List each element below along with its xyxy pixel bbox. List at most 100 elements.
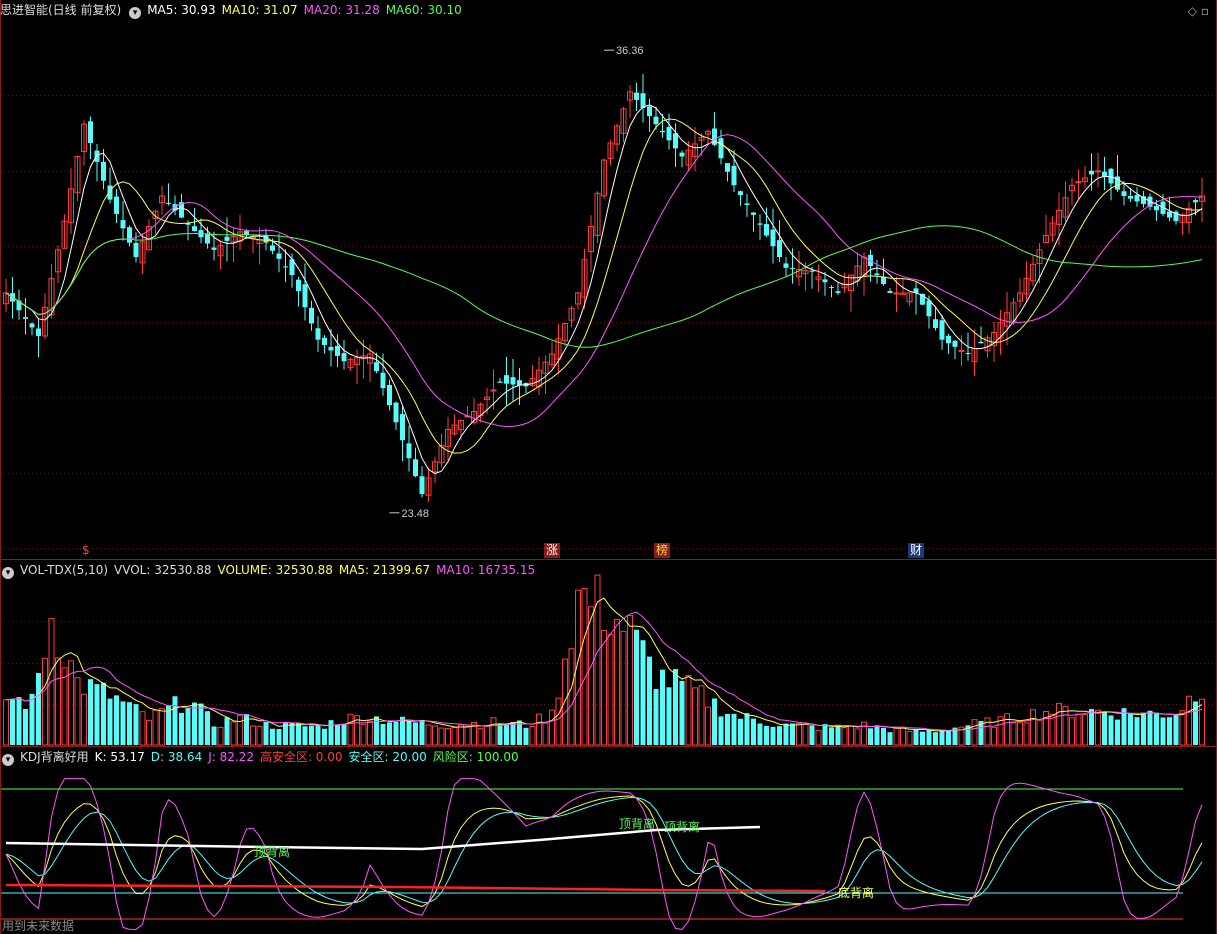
volume-bar (341, 723, 347, 745)
volume-bar (601, 629, 607, 746)
candle-body (952, 340, 958, 347)
volume-bar (205, 711, 210, 745)
volume-bar (1115, 719, 1120, 745)
candle-body (835, 291, 841, 293)
volume-bar (419, 720, 425, 745)
candle-body (1128, 196, 1133, 199)
safe-zone-value: 安全区: 20.00 (348, 750, 427, 764)
window-icon[interactable]: ▫ (1201, 4, 1209, 18)
price-panel[interactable]: 36.36 23.48 思进智能(日线 前复权) ▾ MA5: 30.93 MA10: … (0, 0, 1217, 560)
volume-bar (529, 725, 536, 746)
volume-bar (217, 726, 224, 746)
volume-bar (198, 703, 204, 745)
volume-panel[interactable]: ▾ VOL-TDX(5,10) VVOL: 32530.88 VOLUME: 3253… (0, 560, 1217, 747)
event-marker-cai[interactable]: 财 (908, 543, 925, 558)
volume-bar (413, 722, 418, 745)
volume-bar (464, 725, 471, 746)
chevron-down-icon[interactable]: ▾ (129, 7, 142, 19)
candlestick-chart[interactable]: 36.36 23.48 (0, 0, 1217, 560)
corner-controls[interactable]: ◇ ▫ (1188, 4, 1209, 18)
event-marker-zhang[interactable]: 涨 (544, 543, 561, 558)
volume-bar (425, 724, 432, 746)
volume-bar (179, 712, 184, 745)
candle-body (783, 263, 789, 268)
candle-body (1089, 170, 1094, 175)
candle-body (1121, 191, 1127, 196)
volume-bar (738, 718, 743, 745)
volume-bar (1128, 712, 1133, 745)
candle-body (296, 279, 301, 292)
ma60-value: MA60: 30.10 (385, 3, 462, 17)
volume-chart[interactable] (0, 560, 1217, 747)
candle-body (978, 341, 984, 344)
volume-bar (854, 728, 861, 746)
candle-body (640, 93, 646, 108)
volume-bar (250, 725, 256, 746)
volume-bar (10, 698, 15, 745)
settings-icon[interactable]: ◇ (1188, 4, 1197, 18)
candle-body (770, 229, 776, 247)
candle-body (419, 476, 425, 495)
candle-body (764, 224, 769, 236)
candle-body (946, 335, 951, 344)
chevron-down-icon[interactable]: ▾ (2, 567, 14, 579)
candle-body (309, 307, 314, 324)
volume-bar (1017, 722, 1023, 746)
ma5-value: MA5: 30.93 (147, 3, 216, 17)
candle-body (94, 150, 100, 162)
volume-bar (451, 727, 458, 746)
volume-bar (1095, 709, 1101, 746)
candle-body (881, 276, 886, 284)
volume-bar (744, 713, 750, 745)
volume-bar (705, 706, 711, 746)
candle-body (809, 270, 815, 272)
candle-body (270, 245, 275, 251)
volume-bar (906, 731, 913, 746)
volume-bar (1030, 709, 1036, 746)
candle-body (224, 236, 230, 241)
volume-bar (783, 723, 789, 745)
candle-body (1167, 211, 1172, 218)
volume-bar (152, 709, 159, 746)
event-marker-bang[interactable]: 榜 (654, 543, 671, 558)
volume-bar (139, 711, 146, 746)
volume-bar (802, 723, 809, 746)
kdj-chart[interactable]: 顶背离顶背离 顶背离底背离 (0, 747, 1217, 934)
volume-bar (647, 656, 652, 745)
bottom-divergence-line (5, 883, 826, 893)
volume-bar (991, 726, 997, 746)
volume-bar (309, 725, 314, 745)
candle-body (887, 291, 893, 293)
volume-bar (692, 687, 698, 746)
volume-bar (36, 673, 41, 745)
volume-bar (712, 698, 717, 745)
candle-body (874, 273, 880, 276)
volume-bar (634, 629, 639, 745)
candle-body (1095, 170, 1101, 173)
candle-body (120, 220, 126, 229)
vvol-value: VVOL: 32530.88 (114, 563, 212, 577)
candle-body (335, 345, 340, 356)
volume-bar (718, 716, 724, 745)
chevron-down-icon[interactable]: ▾ (2, 754, 14, 766)
volume-bar (796, 722, 802, 746)
volume-bar (1082, 714, 1088, 746)
volume-bar (322, 728, 327, 745)
candle-body (725, 163, 730, 172)
candle-body (244, 231, 249, 235)
volume-bar (581, 588, 588, 746)
volume-bar (458, 724, 464, 746)
vol-ma5-line (5, 597, 1203, 732)
volume-bar (1134, 717, 1140, 745)
volume-bar (406, 721, 412, 745)
volume-bar (127, 702, 132, 745)
event-marker-dollar[interactable]: $ (80, 543, 92, 558)
candle-body (133, 242, 139, 258)
volume-bar (627, 615, 633, 746)
volume-bar (666, 687, 672, 745)
volume-bar (848, 725, 854, 746)
candle-body (497, 381, 503, 383)
kdj-panel[interactable]: 顶背离 顶背离 顶背离 底背离 ▾ KDJ背离好用 K: 53.17 D: 38.64 J: … (0, 747, 1217, 934)
candle-body (933, 319, 938, 328)
volume-bar (1004, 713, 1010, 746)
